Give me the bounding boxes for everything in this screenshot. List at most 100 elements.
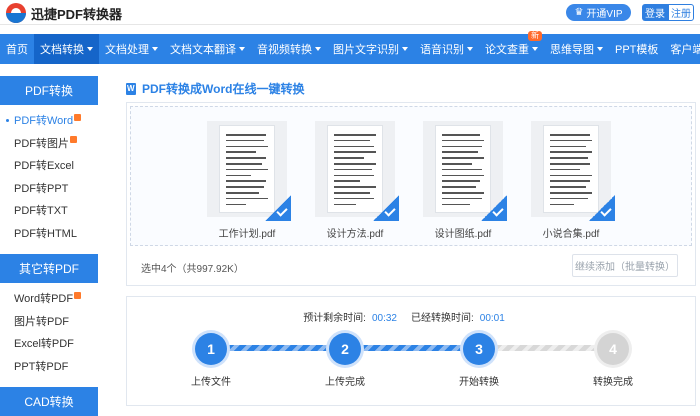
login-button[interactable]: 登录	[642, 4, 668, 21]
file-name: 设计图纸.pdf	[434, 229, 492, 240]
sidebar-item[interactable]: Word转PDF	[0, 287, 98, 310]
text-line	[226, 180, 266, 182]
nav-item-doc-translate[interactable]: 文档文本翻译	[164, 34, 251, 64]
crown-icon: ♛	[574, 7, 584, 18]
sidebar-item[interactable]: PDF转Word	[0, 109, 98, 132]
step-connector	[361, 345, 463, 351]
text-line	[334, 134, 376, 136]
top-bar: 迅捷PDF转换器 ♛ 开通VIP 登录 注册	[0, 0, 700, 25]
nav-item-client[interactable]: 客户端	[664, 34, 700, 64]
nav-item-doc-process[interactable]: 文档处理	[99, 34, 164, 64]
sidebar-item[interactable]: PDF转PPT	[0, 177, 98, 200]
sidebar-item[interactable]: PDF转Excel	[0, 154, 98, 177]
app-logo[interactable]: 迅捷PDF转换器	[6, 3, 122, 23]
step-label: 转换完成	[593, 377, 633, 388]
sidebar-item[interactable]: PDF转图片	[0, 132, 98, 155]
text-line	[550, 139, 592, 142]
nav-item-ppt-template[interactable]: PPT模板	[609, 34, 664, 64]
nav-item-label: 论文查重	[485, 44, 529, 56]
sidebar-item[interactable]: Excel转PDF	[0, 332, 98, 355]
sidebar-item-label: PDF转TXT	[14, 205, 68, 218]
register-button[interactable]: 注册	[668, 4, 694, 21]
text-line	[226, 197, 268, 200]
checkmark-icon[interactable]	[265, 195, 291, 221]
checkmark-icon[interactable]	[373, 195, 399, 221]
file-card[interactable]: 设计图纸.pdf	[423, 121, 507, 240]
step-label: 开始转换	[459, 377, 499, 388]
file-card[interactable]: 小说合集.pdf	[531, 121, 615, 240]
nav-item-label: 文档文本翻译	[170, 44, 236, 56]
caret-down-icon	[87, 47, 93, 51]
sidebar-item[interactable]: PPT转PDF	[0, 355, 98, 378]
step-label: 上传完成	[325, 377, 365, 388]
text-line	[442, 186, 476, 188]
add-more-files-button[interactable]: 继续添加（批量转换）	[572, 254, 678, 277]
sidebar-item[interactable]: 图片转PDF	[0, 310, 98, 333]
text-line	[226, 145, 268, 148]
checkmark-icon[interactable]	[481, 195, 507, 221]
sidebar-group-title[interactable]: PDF转换	[0, 76, 98, 105]
open-vip-button[interactable]: ♛ 开通VIP	[566, 4, 631, 21]
text-line	[550, 174, 592, 177]
elapsed-time-value: 00:01	[479, 313, 505, 324]
nav-item-paper-check[interactable]: 论文查重 新	[479, 31, 544, 64]
sidebar-item[interactable]: PDF转HTML	[0, 222, 98, 245]
selected-summary: 选中4个（共997.92K）	[141, 264, 244, 275]
step-circle: 2	[329, 333, 361, 365]
hot-badge-icon	[74, 113, 82, 121]
checkmark-icon[interactable]	[589, 195, 615, 221]
nav-item-label: 思维导图	[550, 44, 594, 56]
nav-item-image-ocr[interactable]: 图片文字识别	[327, 34, 414, 64]
logo-mark-icon	[6, 3, 26, 23]
sidebar-group-title[interactable]: CAD转换	[0, 387, 98, 416]
caret-down-icon	[532, 47, 538, 51]
nav-item-label: 语音识别	[420, 44, 464, 56]
file-card[interactable]: 工作计划.pdf	[207, 121, 291, 240]
caret-down-icon	[152, 47, 158, 51]
nav-item-home[interactable]: 首页	[0, 34, 34, 64]
hot-badge-icon	[74, 291, 82, 299]
text-line	[442, 168, 482, 171]
sidebar-item[interactable]: PDF转TXT	[0, 199, 98, 222]
text-line	[226, 168, 268, 171]
sidebar-group-title[interactable]: 其它转PDF	[0, 254, 98, 283]
nav-item-speech-recognition[interactable]: 语音识别	[414, 34, 479, 64]
text-line	[550, 197, 588, 200]
text-line	[442, 180, 480, 182]
sidebar-item-label: PPT转PDF	[14, 360, 69, 373]
text-line	[334, 168, 372, 171]
page-title: PDF转换成Word在线一键转换	[126, 80, 304, 97]
nav-item-doc-convert[interactable]: 文档转换	[34, 34, 99, 64]
text-line	[226, 157, 266, 159]
remaining-time-value: 00:32	[371, 313, 397, 324]
step-connector	[227, 345, 329, 351]
caret-down-icon	[467, 47, 473, 51]
nav-item-mind-map[interactable]: 思维导图	[544, 34, 609, 64]
file-drop-area[interactable]: 工作计划.pdf 设计方法.pdf 设计图纸.pdf 小说合集.pdf	[130, 106, 692, 246]
nav-item-label: 图片文字识别	[333, 44, 399, 56]
file-card[interactable]: 设计方法.pdf	[315, 121, 399, 240]
text-line	[226, 174, 251, 177]
text-line	[442, 134, 480, 136]
step-circle: 3	[463, 333, 495, 365]
nav-item-label: 文档处理	[105, 44, 149, 56]
text-line	[442, 151, 478, 153]
caret-down-icon	[315, 47, 321, 51]
caret-down-icon	[402, 47, 408, 51]
step-label: 上传文件	[191, 377, 231, 388]
sidebar-item-label: PDF转图片	[14, 137, 69, 150]
text-line	[550, 180, 590, 182]
nav-item-av-convert[interactable]: 音视频转换	[251, 34, 327, 64]
sidebar-item-label: PDF转Excel	[14, 160, 74, 173]
sidebar-item-label: Word转PDF	[14, 293, 74, 306]
page-title-text: PDF转换成Word在线一键转换	[142, 82, 305, 96]
text-line	[334, 180, 360, 182]
active-dot-icon	[6, 119, 9, 122]
text-line	[550, 186, 586, 188]
text-line	[550, 168, 580, 171]
text-line	[550, 151, 592, 153]
step-circle: 1	[195, 333, 227, 365]
open-vip-label: 开通VIP	[586, 9, 623, 20]
text-line	[334, 197, 374, 200]
file-panel: 工作计划.pdf 设计方法.pdf 设计图纸.pdf 小说合集.pdf 选中4个（共9…	[126, 102, 696, 286]
